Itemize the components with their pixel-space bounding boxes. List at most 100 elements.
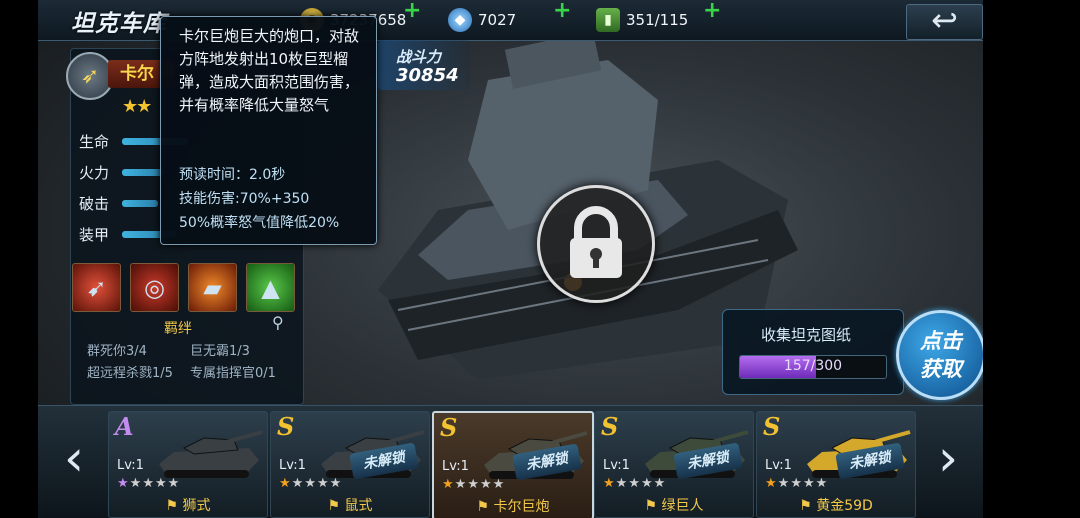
blueprint-progress-bar: 157/300 <box>739 355 887 379</box>
combat-power-label: 战斗力 <box>396 48 442 66</box>
star-icon: ★ <box>279 476 292 491</box>
tank-stars: ★★★★★ <box>603 476 666 491</box>
blueprint-collection: 收集坦克图纸 157/300 <box>722 309 904 395</box>
locked-indicator <box>537 185 655 303</box>
fuel-value: 351/115 <box>626 11 689 29</box>
star-icon: ★ <box>167 476 181 491</box>
back-button[interactable]: ↩ <box>906 4 983 40</box>
tank-stars: ★★★★★ <box>765 476 828 491</box>
star-icon: ★ <box>815 476 829 491</box>
star-icon: ★ <box>467 477 480 492</box>
tank-card[interactable]: S Lv:1 ★★★★★ 未解锁 ⚑ 卡尔巨炮 <box>432 411 594 518</box>
skill-tooltip: 卡尔巨炮巨大的炮口，对敌方阵地发射出10枚巨型榴弹，造成大面积范围伤害，并有概率… <box>160 16 377 245</box>
tank-level: Lv:1 <box>765 458 792 473</box>
star-icon: ★ <box>154 476 168 491</box>
tank-card[interactable]: S Lv:1 ★★★★★ 未解锁 ⚑ 黄金59D <box>756 411 916 518</box>
star-icon: ★ <box>492 477 506 492</box>
tank-card-name: ⚑ 狮式 <box>165 498 211 514</box>
mine-skill-icon[interactable]: ◎ <box>130 263 179 312</box>
tank-level: Lv:1 <box>442 459 469 474</box>
tank-rank: S <box>601 412 619 441</box>
blueprint-progress-text: 157/300 <box>783 358 843 374</box>
fuel-resource: ▮ 351/115 <box>596 6 688 34</box>
prev-arrow-icon[interactable]: ‹ <box>44 406 104 518</box>
star-icon: ★ <box>442 477 455 492</box>
star-icon: ★ <box>479 477 493 492</box>
tank-star-rating: ★★ <box>122 96 152 117</box>
star-icon: ★ <box>291 476 305 491</box>
star-icon: ★ <box>628 476 641 491</box>
back-arrow-icon: ↩ <box>931 1 958 39</box>
tank-card[interactable]: S Lv:1 ★★★★★ 未解锁 ⚑ 绿巨人 <box>594 411 754 518</box>
combat-power: 战斗力 30854 <box>378 40 470 90</box>
star-icon: ★ <box>790 476 803 491</box>
stat-label-hp: 生命 <box>79 133 110 151</box>
stat-label-armor: 装甲 <box>79 226 110 244</box>
star-icon: ★ <box>329 476 343 491</box>
combat-power-value: 30854 <box>396 65 459 86</box>
bond-item: 巨无霸1/3 <box>190 344 250 359</box>
right-black-bar <box>983 0 1080 518</box>
tank-level: Lv:1 <box>603 458 630 473</box>
skill-description: 卡尔巨炮巨大的炮口，对敌方阵地发射出10枚巨型榴弹，造成大面积范围伤害，并有概率… <box>179 27 360 114</box>
bond-title: 羁绊 <box>164 321 192 337</box>
star-icon: ★ <box>316 476 330 491</box>
tank-stars: ★★★★★ <box>117 476 180 491</box>
blueprint-label: 收集坦克图纸 <box>761 326 852 344</box>
next-arrow-icon[interactable]: › <box>918 406 978 518</box>
tank-card[interactable]: S Lv:1 ★★★★★ 未解锁 ⚑ 鼠式 <box>270 411 430 518</box>
tank-rank: S <box>277 412 295 441</box>
star-icon: ★ <box>454 477 468 492</box>
click-obtain-label: 点击 获取 <box>920 329 962 381</box>
stat-bar-penetration <box>122 200 158 207</box>
star-icon: ★ <box>304 476 317 491</box>
add-fuel-button[interactable]: + <box>703 0 721 23</box>
skill-damage: 技能伤害:70%+350 <box>179 191 310 207</box>
lock-icon <box>570 206 622 278</box>
tank-class-emblem-icon: ➶ <box>66 52 114 100</box>
star-icon: ★ <box>615 476 629 491</box>
add-gold-button[interactable]: + <box>403 0 421 23</box>
star-icon: ★ <box>765 476 778 491</box>
tank-card-name: ⚑ 黄金59D <box>799 498 873 514</box>
missile-skill-icon[interactable]: ➹ <box>72 263 121 312</box>
tank-stars: ★★★★★ <box>279 476 342 491</box>
diamond-resource: ◆ 7027 <box>448 6 516 34</box>
star-icon: ★ <box>802 476 816 491</box>
left-black-bar <box>0 0 38 518</box>
tank-card[interactable]: A Lv:1 ★★★★★ ⚑ 狮式 <box>108 411 268 518</box>
skill-list: ➹ ◎ ▰ ▲ <box>72 263 295 312</box>
tank-level: Lv:1 <box>279 458 306 473</box>
star-icon: ★ <box>142 476 155 491</box>
bomb-skill-icon[interactable]: ▰ <box>188 263 237 312</box>
star-icon: ★ <box>117 476 130 491</box>
game-screen: 坦克车库 ◉ 37237658 + ◆ 7027 + ▮ 351/115 + ↩… <box>38 0 983 518</box>
tank-buff-skill-icon[interactable]: ▲ <box>246 263 295 312</box>
diamond-icon: ◆ <box>448 8 472 32</box>
tank-rank: S <box>763 412 781 441</box>
add-diamond-button[interactable]: + <box>553 0 571 23</box>
bond-item: 超远程杀戮1/5 <box>87 366 173 381</box>
tank-thumbnail <box>159 430 263 478</box>
bond-item: 群死你3/4 <box>87 344 147 359</box>
diamond-value: 7027 <box>478 11 517 29</box>
stat-label-firepower: 火力 <box>79 164 110 182</box>
page-title: 坦克车库 <box>71 11 167 37</box>
star-icon: ★ <box>640 476 654 491</box>
tank-stars: ★★★★★ <box>442 477 505 492</box>
star-icon: ★ <box>653 476 667 491</box>
tank-card-name: ⚑ 绿巨人 <box>644 498 704 514</box>
search-icon[interactable]: ⚲ <box>272 313 284 332</box>
star-icon: ★ <box>129 476 143 491</box>
tank-rank: S <box>440 413 458 442</box>
stat-bar-firepower <box>122 169 164 176</box>
star-icon: ★ <box>777 476 791 491</box>
skill-cast-time: 预读时间：2.0秒 <box>179 167 286 183</box>
tank-rank: A <box>115 412 134 441</box>
tank-card-name: ⚑ 鼠式 <box>327 498 373 514</box>
star-icon: ★ <box>603 476 616 491</box>
click-obtain-button[interactable]: 点击 获取 <box>896 310 983 400</box>
skill-effect: 50%概率怒气值降低20% <box>179 215 340 231</box>
fuel-can-icon: ▮ <box>596 8 620 32</box>
stat-label-penetration: 破击 <box>79 195 110 213</box>
